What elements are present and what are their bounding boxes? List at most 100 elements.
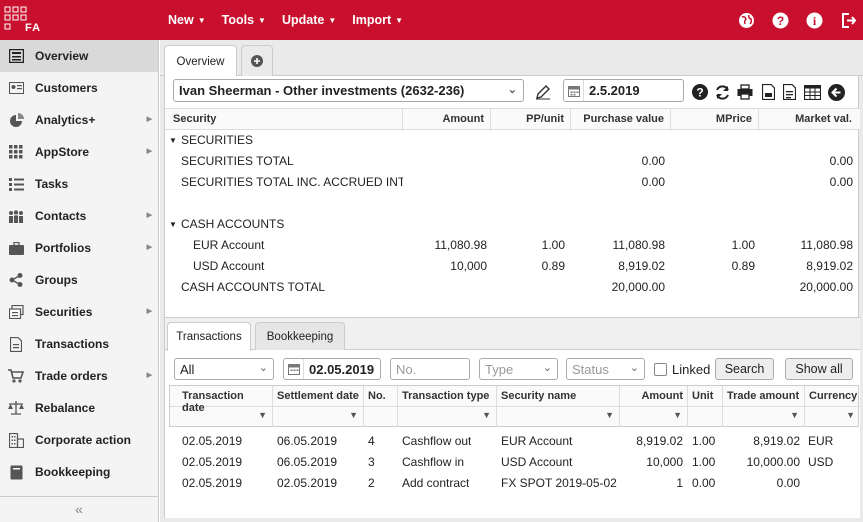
col-label: No. xyxy=(368,390,386,402)
col-pp-unit[interactable]: PP/unit xyxy=(491,109,571,131)
logo[interactable]: FA xyxy=(4,6,44,36)
table-icon[interactable] xyxy=(803,83,821,101)
tab-add[interactable] xyxy=(241,45,273,76)
linked-checkbox[interactable]: Linked xyxy=(654,362,710,377)
checkbox-box[interactable] xyxy=(654,363,667,376)
tx-date-field[interactable]: 02.05.2019 xyxy=(283,358,381,380)
purchase-value-cell: 20,000.00 xyxy=(611,280,665,294)
market-val-cell: 0.00 xyxy=(829,175,853,189)
chevron-down-icon[interactable]: ▼ xyxy=(605,410,614,420)
sidebar-item-portfolios[interactable]: Portfolios ▶ xyxy=(0,232,158,264)
plus-icon xyxy=(251,55,263,67)
globe-icon[interactable] xyxy=(737,11,755,29)
number-input-placeholder: No. xyxy=(396,361,417,377)
sidebar-item-bookkeeping[interactable]: Bookkeeping xyxy=(0,456,158,488)
holdings-group-row[interactable]: ▼ SECURITIES xyxy=(165,130,860,151)
sidebar-item-groups[interactable]: Groups xyxy=(0,264,158,296)
status-select[interactable]: Status ⌄ xyxy=(566,358,645,380)
security-cell: SECURITIES TOTAL INC. ACCRUED INTEREST xyxy=(181,175,403,189)
chevron-down-icon: ⌄ xyxy=(507,84,517,96)
col-transaction-type[interactable]: Transaction type ▼ xyxy=(398,386,497,427)
info-icon[interactable]: i xyxy=(805,11,823,29)
number-input[interactable]: No. xyxy=(390,358,470,380)
col-market-val[interactable]: Market val. xyxy=(759,109,858,131)
back-icon[interactable] xyxy=(827,83,845,101)
tab-bookkeeping[interactable]: Bookkeeping xyxy=(255,322,345,350)
chevron-down-icon[interactable]: ▼ xyxy=(790,410,799,420)
collapse-icon[interactable]: ▼ xyxy=(169,214,177,235)
menu-new[interactable]: New ▼ xyxy=(168,13,206,27)
sidebar-collapse-button[interactable]: « xyxy=(0,496,158,522)
refresh-icon[interactable] xyxy=(713,83,731,101)
col-no[interactable]: No. xyxy=(364,386,398,427)
menu-update[interactable]: Update ▼ xyxy=(282,13,336,27)
col-security-name[interactable]: Security name ▼ xyxy=(497,386,620,427)
chevron-down-icon[interactable]: ▼ xyxy=(846,410,855,420)
document-icon[interactable] xyxy=(780,83,798,101)
menu-tools[interactable]: Tools ▼ xyxy=(222,13,266,27)
sidebar-item-rebalance[interactable]: Rebalance xyxy=(0,392,158,424)
col-amount[interactable]: Amount ▼ xyxy=(620,386,688,427)
sidebar-item-appstore[interactable]: AppStore ▶ xyxy=(0,136,158,168)
col-transaction-date[interactable]: Transaction date ▼ xyxy=(178,386,273,427)
logout-icon[interactable] xyxy=(839,11,857,29)
group-label: CASH ACCOUNTS xyxy=(181,217,285,231)
overview-toolbar: Ivan Sheerman - Other investments (2632-… xyxy=(165,76,860,108)
purchase-value-cell: 8,919.02 xyxy=(618,259,665,273)
col-amount[interactable]: Amount xyxy=(403,109,491,131)
table-row[interactable]: 02.05.2019 02.05.2019 2 Add contract FX … xyxy=(169,473,859,494)
tasks-icon xyxy=(8,176,24,192)
sidebar-item-securities[interactable]: Securities ▶ xyxy=(0,296,158,328)
chevron-down-icon[interactable]: ▼ xyxy=(482,410,491,420)
holdings-item-row[interactable]: EUR Account 11,080.98 1.00 11,080.98 1.0… xyxy=(165,235,860,256)
market-val-cell: 20,000.00 xyxy=(799,280,853,294)
help-circle-icon[interactable]: ? xyxy=(691,83,709,101)
sidebar-item-label: AppStore xyxy=(35,145,89,159)
help-icon[interactable]: ? xyxy=(771,11,789,29)
sidebar-item-analytics[interactable]: Analytics+ ▶ xyxy=(0,104,158,136)
col-security[interactable]: Security xyxy=(167,109,403,131)
market-val-cell: 0.00 xyxy=(829,154,853,168)
sidebar-item-customers[interactable]: Customers xyxy=(0,72,158,104)
holdings-total-row: SECURITIES TOTAL INC. ACCRUED INTEREST 0… xyxy=(165,172,860,193)
currency-cell: USD xyxy=(808,455,834,469)
col-purchase-value[interactable]: Purchase value xyxy=(571,109,671,131)
table-row[interactable]: 02.05.2019 06.05.2019 3 Cashflow in USD … xyxy=(169,452,859,473)
tab-overview[interactable]: Overview xyxy=(164,45,237,77)
edit-icon[interactable] xyxy=(534,83,552,101)
menu-import[interactable]: Import ▼ xyxy=(352,13,403,27)
sidebar-item-corporate-action[interactable]: Corporate action xyxy=(0,424,158,456)
scope-select[interactable]: All ⌄ xyxy=(174,358,274,380)
print-icon[interactable] xyxy=(736,83,754,101)
pdf-icon[interactable] xyxy=(759,83,777,101)
col-trade-amount[interactable]: Trade amount ▼ xyxy=(723,386,805,427)
type-select[interactable]: Type ⌄ xyxy=(479,358,558,380)
sidebar-item-tasks[interactable]: Tasks xyxy=(0,168,158,200)
show-all-button[interactable]: Show all xyxy=(785,358,853,380)
sidebar-item-contacts[interactable]: Contacts ▶ xyxy=(0,200,158,232)
chevron-down-icon[interactable]: ▼ xyxy=(349,410,358,420)
portfolio-select[interactable]: Ivan Sheerman - Other investments (2632-… xyxy=(173,79,524,102)
collapse-icon[interactable]: ▼ xyxy=(169,130,177,151)
holdings-group-row[interactable]: ▼ CASH ACCOUNTS xyxy=(165,214,860,235)
sidebar-item-transactions[interactable]: Transactions xyxy=(0,328,158,360)
col-settlement-date[interactable]: Settlement date ▼ xyxy=(273,386,364,427)
table-row[interactable]: 02.05.2019 06.05.2019 4 Cashflow out EUR… xyxy=(169,431,859,452)
chevron-down-icon[interactable]: ▼ xyxy=(258,410,267,420)
col-currency[interactable]: Currency ▼ xyxy=(805,386,860,427)
tab-transactions[interactable]: Transactions xyxy=(167,322,251,351)
transaction-type-cell: Cashflow out xyxy=(402,434,472,448)
sidebar-item-overview[interactable]: Overview xyxy=(0,40,158,72)
top-menu: New ▼ Tools ▼ Update ▼ Import ▼ xyxy=(168,0,419,40)
date-field[interactable]: 2.5.2019 xyxy=(563,79,684,102)
search-button[interactable]: Search xyxy=(715,358,774,380)
groups-icon xyxy=(8,272,24,288)
col-mprice[interactable]: MPrice xyxy=(671,109,759,131)
show-all-button-label: Show all xyxy=(795,362,843,376)
customers-icon xyxy=(8,80,24,96)
sidebar-item-trade-orders[interactable]: Trade orders ▶ xyxy=(0,360,158,392)
col-unit[interactable]: Unit xyxy=(688,386,723,427)
chevron-down-icon[interactable]: ▼ xyxy=(673,410,682,420)
col-label: Transaction date xyxy=(182,390,244,414)
holdings-item-row[interactable]: USD Account 10,000 0.89 8,919.02 0.89 8,… xyxy=(165,256,860,277)
